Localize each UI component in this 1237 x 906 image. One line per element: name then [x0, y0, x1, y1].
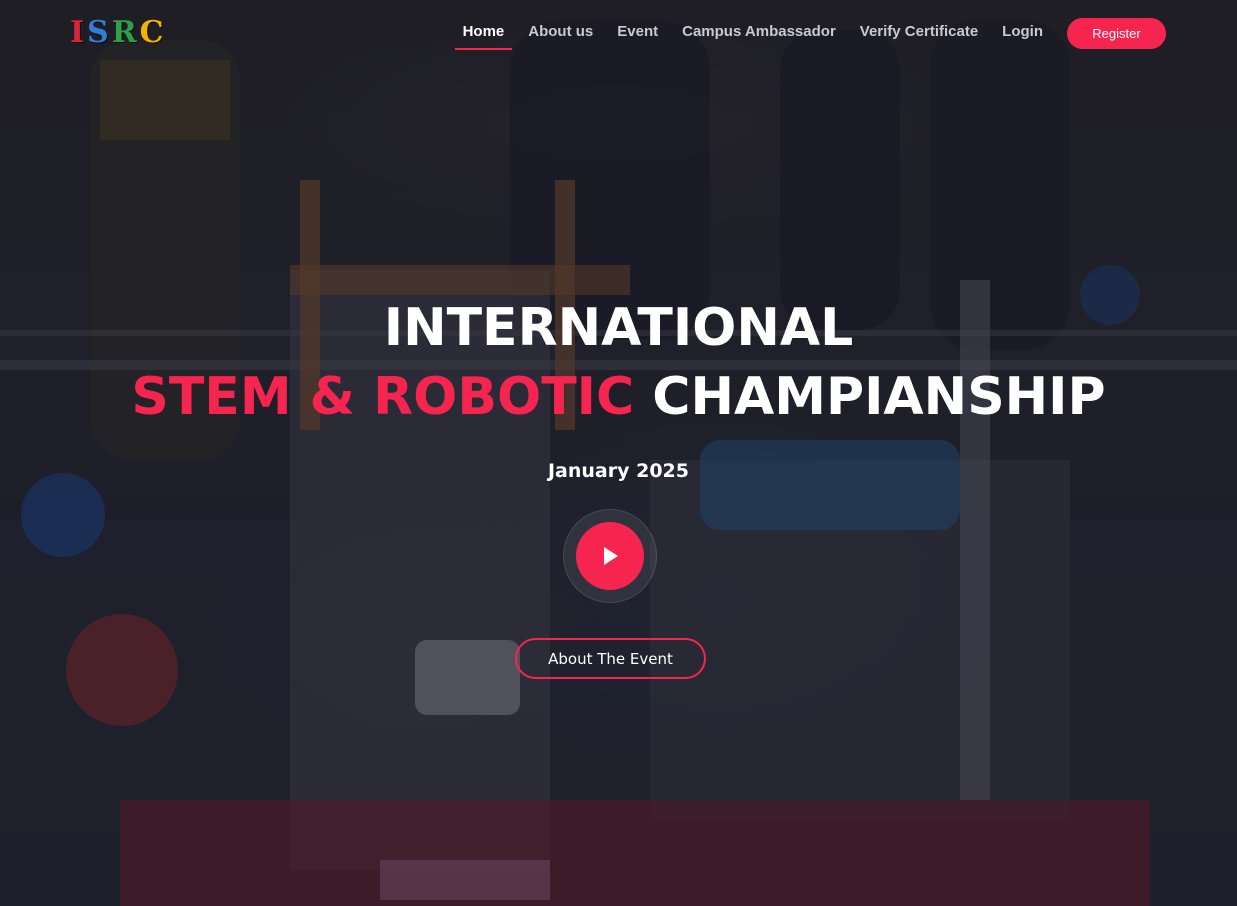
event-date: January 2025	[547, 460, 689, 482]
logo-letter: C	[139, 15, 165, 50]
hero-title-line2: STEM & ROBOTIC CHAMPIANSHIP	[0, 367, 1237, 427]
nav-verify-certificate[interactable]: Verify Certificate	[860, 16, 978, 50]
play-icon	[604, 547, 618, 565]
brand-logo[interactable]: I S R C	[70, 14, 165, 50]
hero-title-line1: INTERNATIONAL	[383, 298, 854, 358]
hero-title-accent: STEM & ROBOTIC	[131, 367, 635, 427]
nav-about-us[interactable]: About us	[528, 16, 593, 50]
hero-section: I S R C Home About us Event Campus Ambas…	[0, 0, 1237, 906]
nav-login[interactable]: Login	[1002, 16, 1043, 50]
nav-campus-ambassador[interactable]: Campus Ambassador	[682, 16, 836, 50]
about-event-button[interactable]: About The Event	[515, 638, 706, 679]
main-nav: Home About us Event Campus Ambassador Ve…	[454, 16, 1166, 50]
logo-letter: R	[111, 15, 138, 50]
hero-title-rest: CHAMPIANSHIP	[652, 367, 1106, 427]
play-button-circle[interactable]	[576, 522, 644, 590]
nav-home[interactable]: Home	[454, 16, 512, 50]
video-play-button[interactable]	[564, 510, 656, 602]
nav-event[interactable]: Event	[617, 16, 658, 50]
register-button[interactable]: Register	[1067, 17, 1166, 49]
dark-overlay	[0, 0, 1237, 906]
logo-letter: S	[87, 15, 110, 50]
logo-letter: I	[70, 15, 86, 50]
